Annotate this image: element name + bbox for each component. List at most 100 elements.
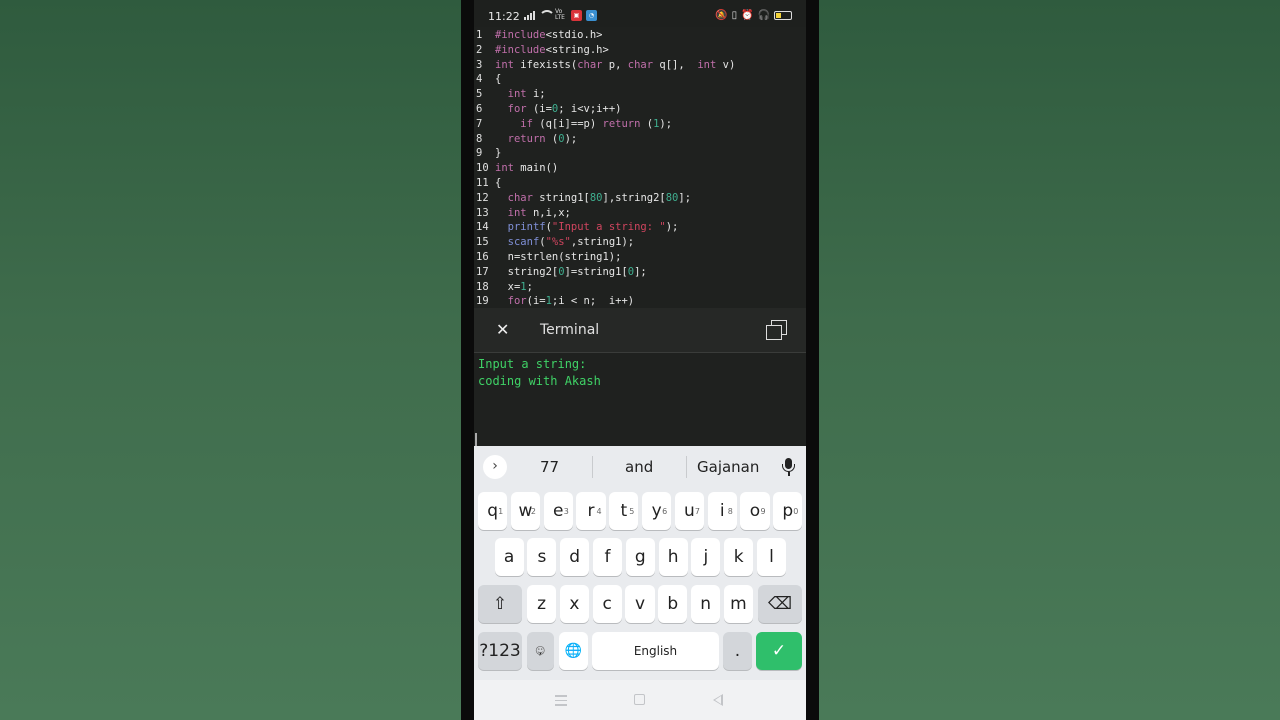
globe-icon[interactable]: 🌐: [559, 632, 588, 670]
shift-key[interactable]: ⇧: [478, 585, 522, 623]
status-bar: 11:22 Vo LTE ▣ ◔ 🔕 ▯ ⏰ 🎧: [474, 0, 806, 27]
code-text: int i;: [507, 88, 546, 101]
key-s[interactable]: s: [527, 538, 557, 576]
suggestion-3[interactable]: Gajanan: [697, 458, 759, 476]
code-text: #include<stdio.h>: [495, 29, 603, 41]
code-text: int n,i,x;: [507, 206, 571, 219]
close-icon[interactable]: ✕: [496, 320, 509, 339]
key-hint: 3: [563, 507, 569, 516]
suggestion-divider: [592, 456, 593, 478]
alarm-icon: ⏰: [741, 10, 754, 21]
key-label: k: [733, 547, 744, 567]
key-label: u: [684, 501, 695, 521]
line-number: 17: [476, 265, 489, 278]
code-line: 6 for (i=0; i<v;i++): [474, 102, 806, 117]
key-label: i: [719, 501, 725, 521]
key-a[interactable]: a: [494, 538, 524, 576]
key-hint: 9: [760, 507, 766, 516]
enter-key[interactable]: ✓: [756, 632, 802, 670]
emoji-comma-key[interactable]: , ☺: [527, 632, 554, 670]
signal-icon: [524, 10, 535, 20]
key-c[interactable]: c: [592, 585, 622, 623]
suggestion-1[interactable]: 77: [540, 458, 559, 476]
key-label: m: [730, 594, 747, 614]
key-y[interactable]: y6: [642, 492, 672, 530]
key-b[interactable]: b: [658, 585, 688, 623]
space-key[interactable]: English: [592, 632, 719, 670]
key-label: c: [602, 594, 612, 614]
key-k[interactable]: k: [724, 538, 754, 576]
key-w[interactable]: w2: [510, 492, 540, 530]
back-icon[interactable]: [713, 694, 723, 706]
code-line: 18 x=1;: [474, 280, 806, 295]
key-m[interactable]: m: [723, 585, 753, 623]
key-j[interactable]: j: [691, 538, 721, 576]
backspace-key[interactable]: ⌫: [758, 585, 802, 623]
code-text: {: [495, 176, 502, 189]
key-l[interactable]: l: [756, 538, 787, 576]
key-hint: 8: [727, 507, 733, 516]
key-u[interactable]: u7: [674, 492, 704, 530]
line-number: 11: [476, 176, 489, 189]
code-editor[interactable]: 1 #include<stdio.h> 2 #include<string.h> 3 in…: [474, 28, 806, 308]
line-number: 7: [476, 117, 483, 130]
terminal-output[interactable]: Input a string: coding with Akash: [474, 352, 806, 450]
key-d[interactable]: d: [560, 538, 590, 576]
code-text: printf("Input a string: ");: [507, 221, 679, 234]
code-text: x=1;: [495, 280, 533, 293]
microphone-icon[interactable]: [781, 456, 795, 478]
status-right-icons: 🔕 ▯ ⏰ 🎧: [715, 10, 792, 21]
key-label: d: [569, 547, 581, 567]
code-text: }: [495, 147, 502, 160]
period-key[interactable]: .: [723, 632, 752, 670]
key-label: ⇧: [492, 594, 508, 614]
key-x[interactable]: x: [559, 585, 589, 623]
key-label: o: [749, 501, 761, 521]
key-f[interactable]: f: [592, 538, 623, 576]
app-notification-icon: ▣: [571, 9, 582, 21]
key-g[interactable]: g: [625, 538, 655, 576]
key-z[interactable]: z: [527, 585, 557, 623]
key-n[interactable]: n: [691, 585, 721, 623]
line-number: 18: [476, 280, 489, 293]
line-number: 12: [476, 191, 489, 204]
terminal-title: Terminal: [540, 322, 600, 338]
line-number: 9: [476, 147, 483, 160]
home-icon[interactable]: [634, 694, 645, 705]
code-line: 4{: [474, 72, 806, 87]
code-line: 19 for(i=1;i < n; i++): [474, 294, 806, 309]
copy-icon[interactable]: [766, 320, 788, 340]
code-line: 17 string2[0]=string1[0];: [474, 265, 806, 280]
terminal-line: Input a string:: [478, 357, 587, 371]
key-r[interactable]: r4: [576, 492, 606, 530]
code-text: n=strlen(string1);: [495, 250, 622, 263]
key-label: l: [769, 547, 774, 567]
status-left-icons: Vo LTE ▣ ◔: [524, 9, 597, 21]
key-label: ⌫: [767, 594, 793, 614]
key-q[interactable]: q1: [478, 492, 508, 530]
recent-apps-icon[interactable]: [555, 695, 567, 706]
key-v[interactable]: v: [625, 585, 655, 623]
line-number: 2: [476, 43, 483, 56]
key-h[interactable]: h: [658, 538, 688, 576]
key-label: x: [569, 594, 580, 614]
key-p[interactable]: p0: [773, 492, 803, 530]
symbols-key[interactable]: ?123: [478, 632, 522, 670]
telegram-notification-icon: ◔: [586, 9, 597, 21]
code-line: 8 return (0);: [474, 132, 806, 147]
key-label: y: [651, 501, 662, 521]
key-o[interactable]: o9: [740, 492, 770, 530]
line-number: 4: [476, 73, 483, 86]
chevron-right-icon[interactable]: ›: [483, 455, 507, 479]
code-line: 11 {: [474, 176, 806, 191]
key-e[interactable]: e3: [543, 492, 573, 530]
volte-label: Vo LTE: [555, 8, 565, 21]
code-text: scanf("%s",string1);: [507, 236, 635, 249]
suggestion-2[interactable]: and: [625, 458, 653, 476]
key-t[interactable]: t5: [609, 492, 639, 530]
key-hint: 7: [694, 507, 700, 516]
key-i[interactable]: i8: [707, 492, 737, 530]
key-hint: 4: [596, 507, 602, 516]
key-label: j: [703, 547, 709, 567]
line-number: 19: [476, 295, 489, 308]
